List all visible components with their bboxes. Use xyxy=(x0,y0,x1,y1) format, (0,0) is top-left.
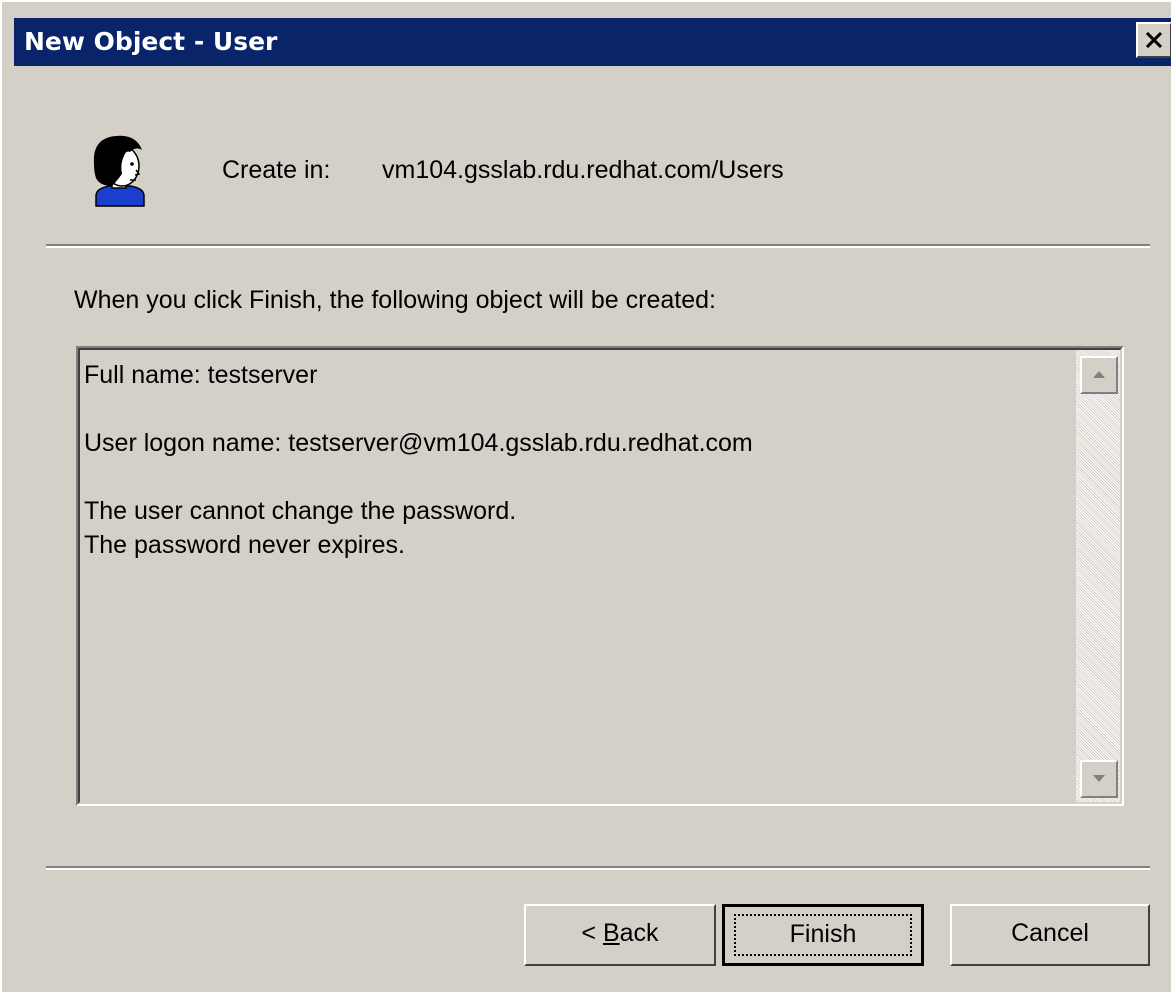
summary-spacer xyxy=(84,460,1074,494)
password-change-line: The user cannot change the password. xyxy=(84,497,517,525)
arrow-down-icon xyxy=(1093,775,1105,782)
user-icon xyxy=(93,135,145,207)
intro-text: When you click Finish, the following obj… xyxy=(74,286,716,314)
summary-well: Full name: testserver User logon name: t… xyxy=(78,348,1122,804)
new-user-dialog: New Object - User Create in: vm104.gssla… xyxy=(0,0,1171,992)
back-button[interactable]: < Back xyxy=(524,904,716,966)
scroll-down-button[interactable] xyxy=(1080,760,1118,798)
cancel-label: Cancel xyxy=(1011,919,1089,947)
summary-text: Full name: testserver User logon name: t… xyxy=(84,358,1074,562)
close-icon xyxy=(1146,32,1162,48)
cancel-button[interactable]: Cancel xyxy=(950,904,1150,966)
finish-button[interactable]: Finish xyxy=(722,904,924,966)
vertical-scrollbar[interactable] xyxy=(1076,350,1120,802)
create-in-path: vm104.gsslab.rdu.redhat.com/Users xyxy=(382,156,784,184)
logon-name-line: User logon name: testserver@vm104.gsslab… xyxy=(84,429,753,457)
scroll-up-button[interactable] xyxy=(1080,356,1118,394)
close-button[interactable] xyxy=(1136,22,1171,58)
back-label-rest: ack xyxy=(619,919,659,947)
password-expire-line: The password never expires. xyxy=(84,531,405,559)
full-name-line: Full name: testserver xyxy=(84,361,318,389)
arrow-up-icon xyxy=(1093,371,1105,378)
top-divider xyxy=(46,244,1150,248)
bottom-divider xyxy=(46,866,1150,870)
back-prefix: < xyxy=(581,919,603,947)
finish-label: Finish xyxy=(789,920,857,948)
window-title: New Object - User xyxy=(24,27,278,56)
title-bar[interactable]: New Object - User xyxy=(14,18,1171,66)
back-access-key: B xyxy=(602,919,620,947)
summary-spacer xyxy=(84,392,1074,426)
summary-box[interactable]: Full name: testserver User logon name: t… xyxy=(76,346,1124,806)
create-in-label: Create in: xyxy=(222,156,331,184)
